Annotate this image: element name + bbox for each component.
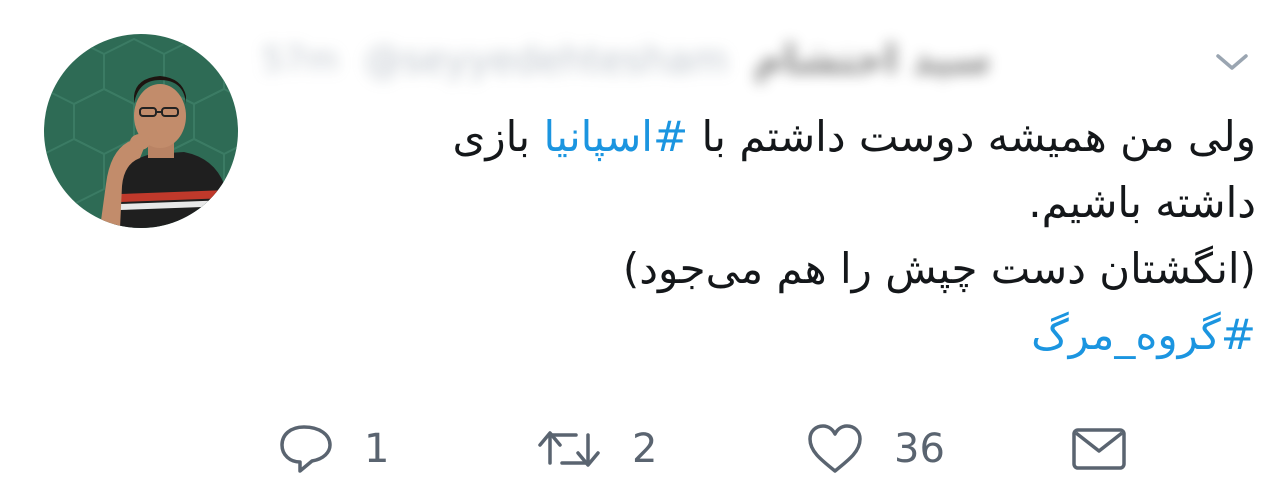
retweet-count: 2 xyxy=(632,426,658,472)
tweet-header: 57m @seyyedehtesham سید احتشام xyxy=(262,28,1152,92)
tweet-line: (انگشتان دست چپش را هم می‌جود) xyxy=(360,236,1256,302)
like-button[interactable]: 36 xyxy=(806,418,945,480)
text-span: (انگشتان دست چپش را هم می‌جود) xyxy=(622,244,1256,293)
tweet-text: ولی من همیشه دوست داشتم با #اسپانیا بازی… xyxy=(360,104,1256,368)
hashtag-link[interactable]: #گروه_مرگ xyxy=(1031,310,1256,359)
author-handle[interactable]: @seyyedehtesham xyxy=(364,38,728,82)
text-span: ولی من همیشه دوست داشتم با xyxy=(688,112,1257,161)
envelope-icon xyxy=(1072,428,1126,470)
avatar-photo xyxy=(44,34,238,228)
speech-bubble-icon xyxy=(280,425,332,473)
like-count: 36 xyxy=(894,426,945,472)
heart-icon xyxy=(808,424,862,473)
reply-button[interactable]: 1 xyxy=(278,418,389,480)
text-span: بازی xyxy=(452,112,544,161)
tweet-line: #گروه_مرگ xyxy=(360,302,1256,368)
avatar[interactable] xyxy=(44,34,238,228)
author-name[interactable]: سید احتشام xyxy=(754,37,991,83)
retweet-arrows-icon xyxy=(538,431,600,467)
tweet-line: ولی من همیشه دوست داشتم با #اسپانیا بازی xyxy=(360,104,1256,170)
chevron-down-icon[interactable] xyxy=(1214,50,1250,74)
direct-message-button[interactable] xyxy=(1070,418,1128,480)
tweet-card[interactable]: 57m @seyyedehtesham سید احتشام ولی من هم… xyxy=(0,0,1280,489)
hashtag-link[interactable]: #اسپانیا xyxy=(543,112,688,161)
text-span: داشته باشیم. xyxy=(1028,178,1256,227)
tweet-time[interactable]: 57m xyxy=(262,40,338,80)
retweet-button[interactable]: 2 xyxy=(536,418,657,480)
reply-count: 1 xyxy=(364,426,390,472)
tweet-actions: 1 2 36 xyxy=(0,418,1280,480)
tweet-line: داشته باشیم. xyxy=(360,170,1256,236)
